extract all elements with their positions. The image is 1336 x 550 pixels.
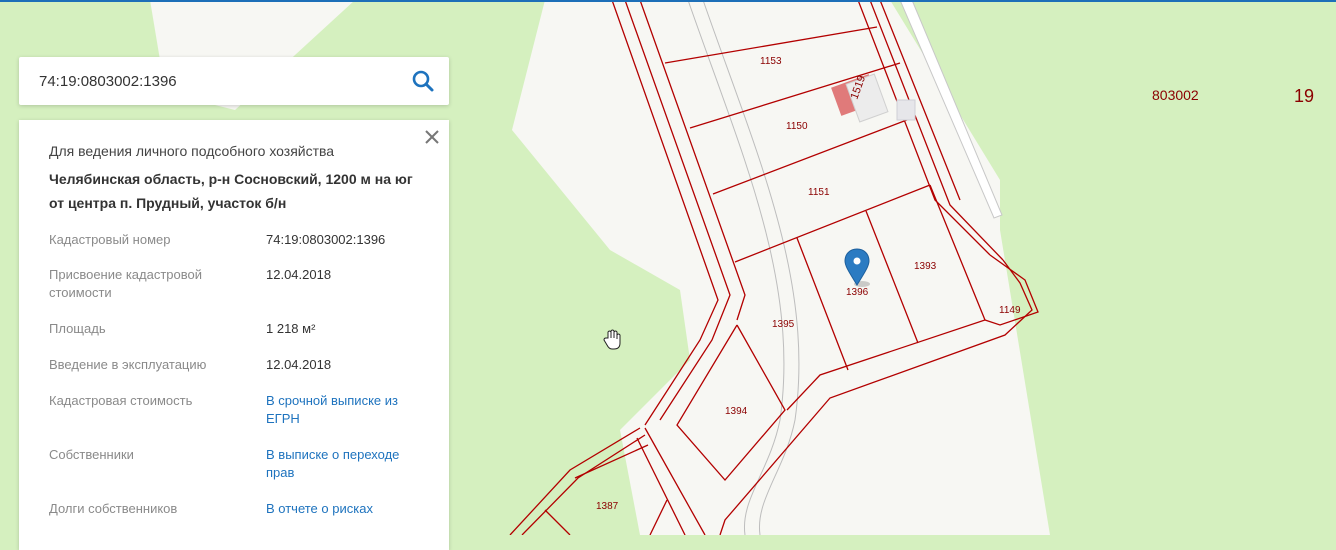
parcel-label-1387: 1387 <box>596 501 619 512</box>
info-value: 74:19:0803002:1396 <box>266 232 386 247</box>
parcel-address: Челябинская область, р-н Сосновский, 120… <box>49 171 413 211</box>
parcel-label-1151: 1151 <box>808 187 830 198</box>
info-label: Присвоение кадастровой стоимости <box>49 267 203 300</box>
info-value: 12.04.2018 <box>266 357 332 372</box>
info-label: Введение в эксплуатацию <box>49 357 207 372</box>
search-input[interactable] <box>39 57 399 105</box>
parcel-label-1153: 1153 <box>760 56 782 67</box>
info-label: Собственники <box>49 447 134 462</box>
parcel-label-1149: 1149 <box>999 305 1021 316</box>
search-bar <box>19 57 449 105</box>
owner-debts-link[interactable]: В отчете о рисках <box>266 500 426 518</box>
info-value: 12.04.2018 <box>266 267 332 282</box>
parcel-label-1150: 1150 <box>786 121 808 132</box>
info-label: Площадь <box>49 321 106 336</box>
cadastral-value-link[interactable]: В срочной выписке из ЕГРН <box>266 392 426 428</box>
quarter-label: 803002 <box>1152 87 1199 103</box>
parcel-info-card: Для ведения личного подсобного хозяйства… <box>19 120 449 550</box>
close-icon[interactable] <box>423 128 441 146</box>
district-label: 19 <box>1294 86 1314 106</box>
info-label: Долги собственников <box>49 501 178 516</box>
parcel-label-1395: 1395 <box>772 319 795 330</box>
info-value: 1 218 м² <box>266 321 316 336</box>
parcel-label-1396: 1396 <box>846 287 869 298</box>
search-icon[interactable] <box>411 69 435 93</box>
land-use-purpose: Для ведения личного подсобного хозяйства <box>49 143 335 159</box>
top-accent-line <box>0 0 1336 2</box>
info-label: Кадастровая стоимость <box>49 393 193 408</box>
parcel-label-1393: 1393 <box>914 261 937 272</box>
owners-link[interactable]: В выписке о переходе прав <box>266 446 426 482</box>
parcel-label-1394: 1394 <box>725 406 748 417</box>
info-label: Кадастровый номер <box>49 232 171 247</box>
